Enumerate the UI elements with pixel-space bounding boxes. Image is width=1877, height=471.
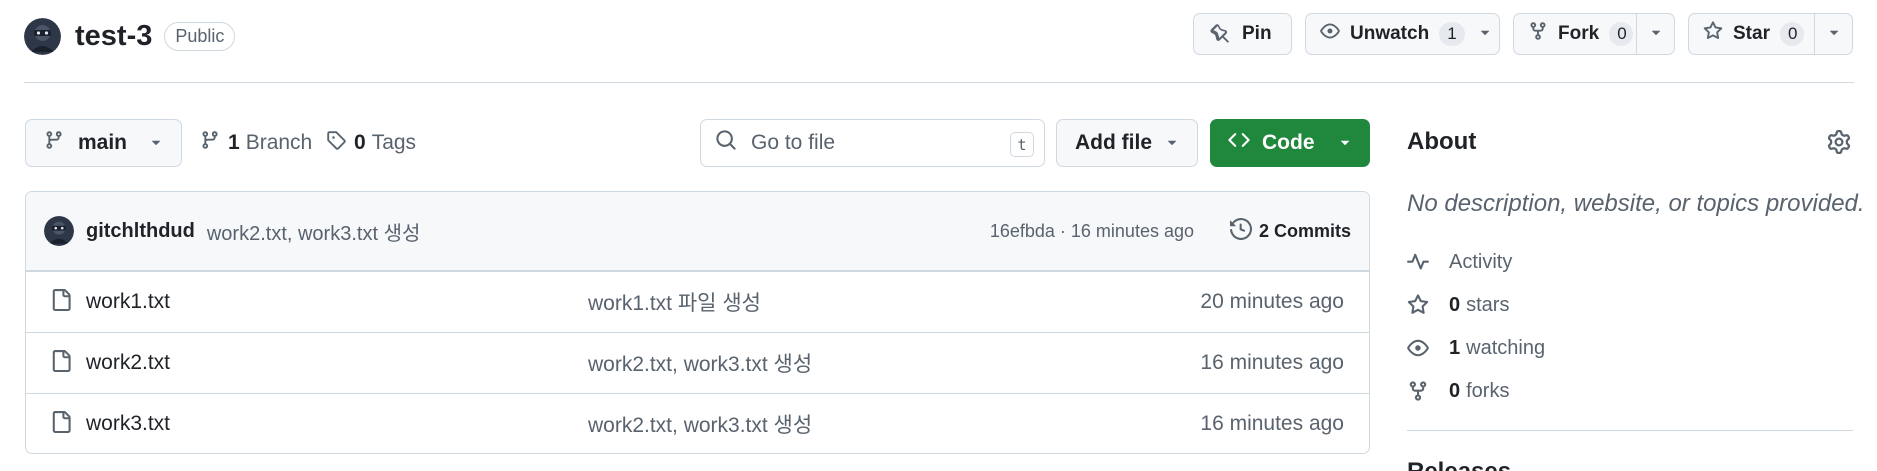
- star-dropdown[interactable]: [1814, 14, 1852, 54]
- fork-count: 0: [1609, 22, 1634, 46]
- caret-down-icon: [1827, 25, 1841, 44]
- forks-label: forks: [1466, 379, 1510, 402]
- repo-header: test-3 Public: [24, 16, 236, 56]
- history-icon: [1229, 217, 1252, 245]
- file-row[interactable]: work1.txt work1.txt 파일 생성 20 minutes ago: [26, 271, 1369, 332]
- eye-icon: [1320, 21, 1340, 47]
- caret-down-icon: [1338, 131, 1352, 155]
- fork-button-group: Fork 0: [1513, 13, 1675, 55]
- releases-title[interactable]: Releases: [1407, 458, 1511, 471]
- file-commit-message[interactable]: work1.txt 파일 생성: [588, 287, 761, 317]
- commits-label: 2 Commits: [1258, 220, 1351, 241]
- commit-message[interactable]: work2.txt, work3.txt 생성: [207, 217, 421, 246]
- activity-link[interactable]: Activity: [1407, 247, 1512, 277]
- fork-button[interactable]: Fork 0: [1514, 14, 1636, 54]
- star-icon: [1407, 294, 1435, 316]
- repo-actions: Pin Unwatch 1 Fork 0 Star 0: [1193, 13, 1853, 55]
- branch-icon: [200, 130, 220, 156]
- star-button-group: Star 0: [1688, 13, 1853, 55]
- stars-count: 0: [1449, 293, 1461, 316]
- forks-count: 0: [1449, 379, 1461, 402]
- star-count: 0: [1779, 22, 1804, 46]
- search-placeholder: Go to file: [751, 131, 836, 154]
- commit-author[interactable]: gitchlthdud: [86, 220, 195, 243]
- branch-selector[interactable]: main: [25, 119, 182, 167]
- go-to-file-input[interactable]: Go to file t: [700, 119, 1045, 167]
- code-icon: [1228, 129, 1250, 157]
- file-name[interactable]: work1.txt: [86, 290, 170, 314]
- unwatch-label: Unwatch: [1350, 23, 1430, 44]
- author-avatar[interactable]: [44, 216, 74, 246]
- watching-count: 1: [1449, 336, 1461, 359]
- file-commit-message[interactable]: work2.txt, work3.txt 생성: [588, 348, 812, 378]
- star-button[interactable]: Star 0: [1689, 14, 1814, 54]
- tags-link[interactable]: 0 Tags: [326, 126, 416, 160]
- search-icon: [715, 129, 737, 157]
- branch-icon: [44, 130, 64, 156]
- latest-commit-bar: gitchlthdud work2.txt, work3.txt 생성 16ef…: [26, 192, 1369, 271]
- caret-down-icon: [1649, 25, 1663, 44]
- add-file-label: Add file: [1075, 131, 1152, 154]
- search-shortcut-key: t: [1010, 132, 1034, 157]
- file-date: 16 minutes ago: [1200, 351, 1344, 374]
- visibility-badge: Public: [164, 21, 236, 51]
- file-date: 16 minutes ago: [1200, 412, 1344, 435]
- owner-avatar[interactable]: [24, 17, 61, 55]
- pin-button[interactable]: Pin: [1193, 13, 1292, 55]
- unwatch-button[interactable]: Unwatch 1: [1306, 14, 1471, 54]
- file-name[interactable]: work2.txt: [86, 351, 170, 375]
- pin-icon: [1210, 24, 1230, 44]
- stars-link[interactable]: 0 stars: [1407, 290, 1509, 320]
- tag-icon: [326, 130, 346, 156]
- tag-count: 0: [354, 131, 366, 154]
- about-description: No description, website, or topics provi…: [1407, 190, 1865, 217]
- file-row[interactable]: work3.txt work2.txt, work3.txt 생성 16 min…: [26, 393, 1369, 453]
- branch-count: 1: [228, 131, 240, 154]
- pin-label: Pin: [1242, 23, 1272, 44]
- caret-down-icon: [149, 131, 163, 155]
- star-label: Star: [1733, 23, 1770, 44]
- code-label: Code: [1262, 131, 1315, 154]
- code-button[interactable]: Code: [1210, 119, 1370, 167]
- file-icon: [50, 410, 72, 438]
- stars-label: stars: [1466, 293, 1510, 316]
- file-table: gitchlthdud work2.txt, work3.txt 생성 16ef…: [25, 191, 1370, 454]
- gear-icon[interactable]: [1827, 130, 1851, 159]
- branch-label: Branch: [245, 131, 313, 154]
- branch-name: main: [78, 131, 128, 154]
- pulse-icon: [1407, 251, 1435, 273]
- forks-link[interactable]: 0 forks: [1407, 376, 1509, 406]
- fork-label: Fork: [1558, 23, 1600, 44]
- caret-down-icon: [1478, 25, 1492, 44]
- tag-label: Tags: [371, 131, 417, 154]
- about-title: About: [1407, 128, 1477, 155]
- file-commit-message[interactable]: work2.txt, work3.txt 생성: [588, 409, 812, 439]
- commit-meta[interactable]: 16efbda · 16 minutes ago: [990, 221, 1194, 242]
- unwatch-dropdown[interactable]: [1471, 14, 1499, 54]
- file-date: 20 minutes ago: [1200, 290, 1344, 313]
- watching-label: watching: [1466, 336, 1546, 359]
- fork-icon: [1528, 21, 1548, 47]
- fork-icon: [1407, 380, 1435, 402]
- repo-name[interactable]: test-3: [75, 20, 152, 53]
- about-divider: [1407, 430, 1853, 431]
- activity-label: Activity: [1449, 250, 1513, 273]
- caret-down-icon: [1165, 131, 1179, 155]
- fork-dropdown[interactable]: [1636, 14, 1674, 54]
- eye-icon: [1407, 337, 1435, 359]
- watching-link[interactable]: 1 watching: [1407, 333, 1545, 363]
- file-icon: [50, 349, 72, 377]
- file-name[interactable]: work3.txt: [86, 412, 170, 436]
- file-row[interactable]: work2.txt work2.txt, work3.txt 생성 16 min…: [26, 332, 1369, 393]
- add-file-button[interactable]: Add file: [1056, 119, 1198, 167]
- commits-link[interactable]: 2 Commits: [1229, 217, 1351, 245]
- branches-link[interactable]: 1 Branch: [200, 126, 312, 160]
- watch-count: 1: [1439, 22, 1465, 46]
- header-divider: [24, 82, 1854, 83]
- file-icon: [50, 288, 72, 316]
- star-icon: [1703, 21, 1723, 47]
- unwatch-button-group: Unwatch 1: [1305, 13, 1500, 55]
